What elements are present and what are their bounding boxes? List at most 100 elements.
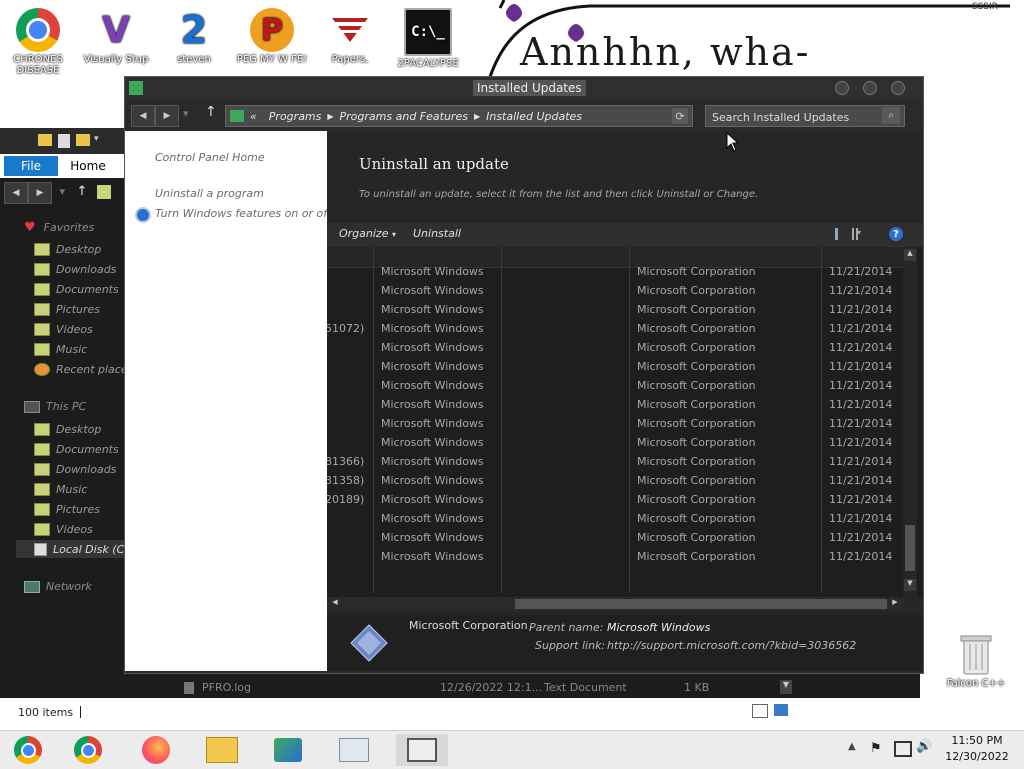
taskbar-app-programs-and-features[interactable]: [396, 734, 448, 766]
up-arrow-icon[interactable]: ↑: [77, 184, 88, 199]
favorites-group[interactable]: ♥ Favorites: [24, 220, 94, 235]
taskbar-app-firefox[interactable]: [130, 734, 182, 766]
tree-item-pc-music[interactable]: Music: [34, 480, 87, 498]
up-arrow-icon[interactable]: ↑: [205, 104, 217, 120]
system-clock[interactable]: 11:50 PM 12/30/2022: [930, 733, 1024, 765]
taskbar-app-control-panel[interactable]: [262, 734, 314, 766]
back-button[interactable]: ◀: [4, 182, 28, 204]
chevron-down-icon[interactable]: ▾: [94, 134, 99, 144]
scroll-thumb[interactable]: [905, 525, 915, 571]
desktop-icon-steven[interactable]: 2 steven: [158, 8, 230, 65]
tree-item-favorites-desktop[interactable]: Desktop: [34, 240, 101, 258]
desktop-icon-chrome[interactable]: CHRONES DISEASE: [2, 8, 74, 76]
taskbar-app-chrome-canary[interactable]: [2, 734, 54, 766]
minimize-button[interactable]: [835, 81, 849, 95]
tree-item-favorites-downloads[interactable]: Downloads: [34, 260, 116, 278]
chevron-down-icon[interactable]: ▾: [857, 228, 861, 237]
table-row[interactable]: Microsoft Windows Microsoft Corporation 11…: [327, 358, 903, 377]
table-row[interactable]: Microsoft Windows Microsoft Corporation 11…: [327, 529, 903, 548]
file-row-pfro[interactable]: PFRO.log 12/26/2022 12:1... Text Documen…: [170, 678, 792, 698]
breadcrumb[interactable]: « Programs ▶ Programs and Features ▶ Ins…: [225, 105, 693, 127]
taskbar-app-task-manager[interactable]: [328, 734, 380, 766]
desktop-icon-2pacalypse[interactable]: C:\_ 2PACALYPSE: [392, 8, 464, 69]
windows-features-link[interactable]: Turn Windows features on or off: [155, 207, 331, 220]
chevron-down-icon[interactable]: ▾: [60, 185, 66, 198]
folder-icon[interactable]: [38, 134, 52, 146]
tree-item-pc-documents[interactable]: Documents: [34, 440, 119, 458]
breadcrumb-programs[interactable]: Programs: [269, 110, 322, 123]
tree-item-favorites-pictures[interactable]: Pictures: [34, 300, 100, 318]
table-row[interactable]: Microsoft Windows Microsoft Corporation 11…: [327, 377, 903, 396]
horizontal-scrollbar[interactable]: ◀ ▶: [327, 597, 905, 611]
forward-button[interactable]: ▶: [28, 182, 52, 204]
tree-item-pc-desktop[interactable]: Desktop: [34, 420, 101, 438]
taskbar-app-file-explorer[interactable]: [196, 734, 248, 766]
breadcrumb-programs-and-features[interactable]: Programs and Features: [340, 110, 468, 123]
table-row[interactable]: Microsoft Windows Microsoft Corporation 11…: [327, 282, 903, 301]
network-icon[interactable]: [894, 741, 912, 757]
table-row[interactable]: Microsoft Windows Microsoft Corporation 11…: [327, 415, 903, 434]
search-icon[interactable]: ⌕: [882, 107, 900, 124]
uninstall-program-link[interactable]: Uninstall a program: [155, 187, 264, 200]
scroll-down-arrow[interactable]: ▼: [904, 579, 916, 591]
breadcrumb-separator-icon[interactable]: ▶: [327, 112, 333, 121]
window-title-bar[interactable]: Installed Updates: [125, 77, 923, 99]
breadcrumb-separator-icon[interactable]: ▶: [474, 112, 480, 121]
details-view-icon[interactable]: [752, 704, 768, 718]
uninstall-button[interactable]: Uninstall: [413, 227, 461, 240]
table-row[interactable]: Microsoft Windows Microsoft Corporation 11…: [327, 548, 903, 567]
table-row[interactable]: Microsoft Windows Microsoft Corporation 11…: [327, 510, 903, 529]
tree-item-pc-videos[interactable]: Videos: [34, 520, 93, 538]
search-input[interactable]: [710, 108, 882, 126]
table-row[interactable]: Microsoft Windows Microsoft Corporation 11…: [327, 263, 903, 282]
table-row[interactable]: Microsoft Windows Microsoft Corporation 11…: [327, 339, 903, 358]
maximize-button[interactable]: [863, 81, 877, 95]
recent-pages-chevron-icon[interactable]: ▾: [183, 107, 189, 120]
table-row[interactable]: Microsoft Windows Microsoft Corporation 11…: [327, 301, 903, 320]
desktop-icon-peggle[interactable]: P PEG MY W FE!: [236, 8, 308, 65]
control-panel-home-link[interactable]: Control Panel Home: [155, 151, 265, 164]
tree-item-local-disk[interactable]: Local Disk (C:: [16, 540, 128, 558]
large-icons-view-icon[interactable]: [774, 704, 788, 716]
table-row[interactable]: 81366) Microsoft Windows Microsoft Corpora…: [327, 453, 903, 472]
tab-file[interactable]: File: [4, 156, 58, 176]
tree-item-favorites-videos[interactable]: Videos: [34, 320, 93, 338]
tree-item-favorites-music[interactable]: Music: [34, 340, 87, 358]
action-center-flag-icon[interactable]: ⚑: [870, 741, 882, 756]
scroll-up-arrow[interactable]: ▲: [904, 249, 916, 261]
help-button[interactable]: ?: [889, 227, 903, 241]
forward-button[interactable]: ▶: [155, 105, 179, 127]
properties-icon[interactable]: [58, 134, 70, 148]
table-row[interactable]: Microsoft Windows Microsoft Corporation 11…: [327, 396, 903, 415]
vertical-scrollbar[interactable]: ▲ ▼: [903, 247, 917, 597]
organize-button[interactable]: Organize ▾: [339, 227, 396, 240]
tree-item-pc-pictures[interactable]: Pictures: [34, 500, 100, 518]
table-row[interactable]: Microsoft Windows Microsoft Corporation 11…: [327, 434, 903, 453]
scroll-left-arrow[interactable]: ◀: [329, 598, 341, 610]
taskbar-app-chrome[interactable]: [62, 734, 114, 766]
show-hidden-icons-chevron-icon[interactable]: ▲: [848, 741, 856, 752]
tree-item-favorites-documents[interactable]: Documents: [34, 280, 119, 298]
scroll-right-arrow[interactable]: ▶: [889, 598, 901, 610]
tab-home[interactable]: Home: [62, 156, 114, 176]
breadcrumb-overflow[interactable]: «: [250, 110, 257, 123]
table-row[interactable]: 20189) Microsoft Windows Microsoft Corpora…: [327, 491, 903, 510]
support-link[interactable]: http://support.microsoft.com/?kbid=30365…: [607, 639, 856, 652]
back-button[interactable]: ◀: [131, 105, 155, 127]
desktop-icon-papers[interactable]: Papers,: [314, 8, 386, 65]
desktop-icon-visual-studio[interactable]: V Visually Stup: [80, 8, 152, 66]
refresh-icon[interactable]: ⟳: [672, 108, 688, 124]
new-folder-icon[interactable]: [76, 134, 90, 146]
table-row[interactable]: 31358) Microsoft Windows Microsoft Corpora…: [327, 472, 903, 491]
table-row[interactable]: 51072) Microsoft Windows Microsoft Corpora…: [327, 320, 903, 339]
this-pc-group[interactable]: This PC: [24, 400, 86, 413]
tree-item-recent-places[interactable]: Recent places: [34, 360, 133, 378]
view-options-icon[interactable]: [835, 228, 858, 240]
network-group[interactable]: Network: [24, 580, 92, 593]
scroll-down-arrow[interactable]: ▼: [780, 680, 792, 694]
breadcrumb-installed-updates[interactable]: Installed Updates: [486, 110, 582, 123]
tree-item-pc-downloads[interactable]: Downloads: [34, 460, 116, 478]
scroll-thumb[interactable]: [515, 599, 887, 609]
desktop-icon-recycle-bin[interactable]: Falcon C++: [944, 632, 1008, 689]
close-button[interactable]: [891, 81, 905, 95]
